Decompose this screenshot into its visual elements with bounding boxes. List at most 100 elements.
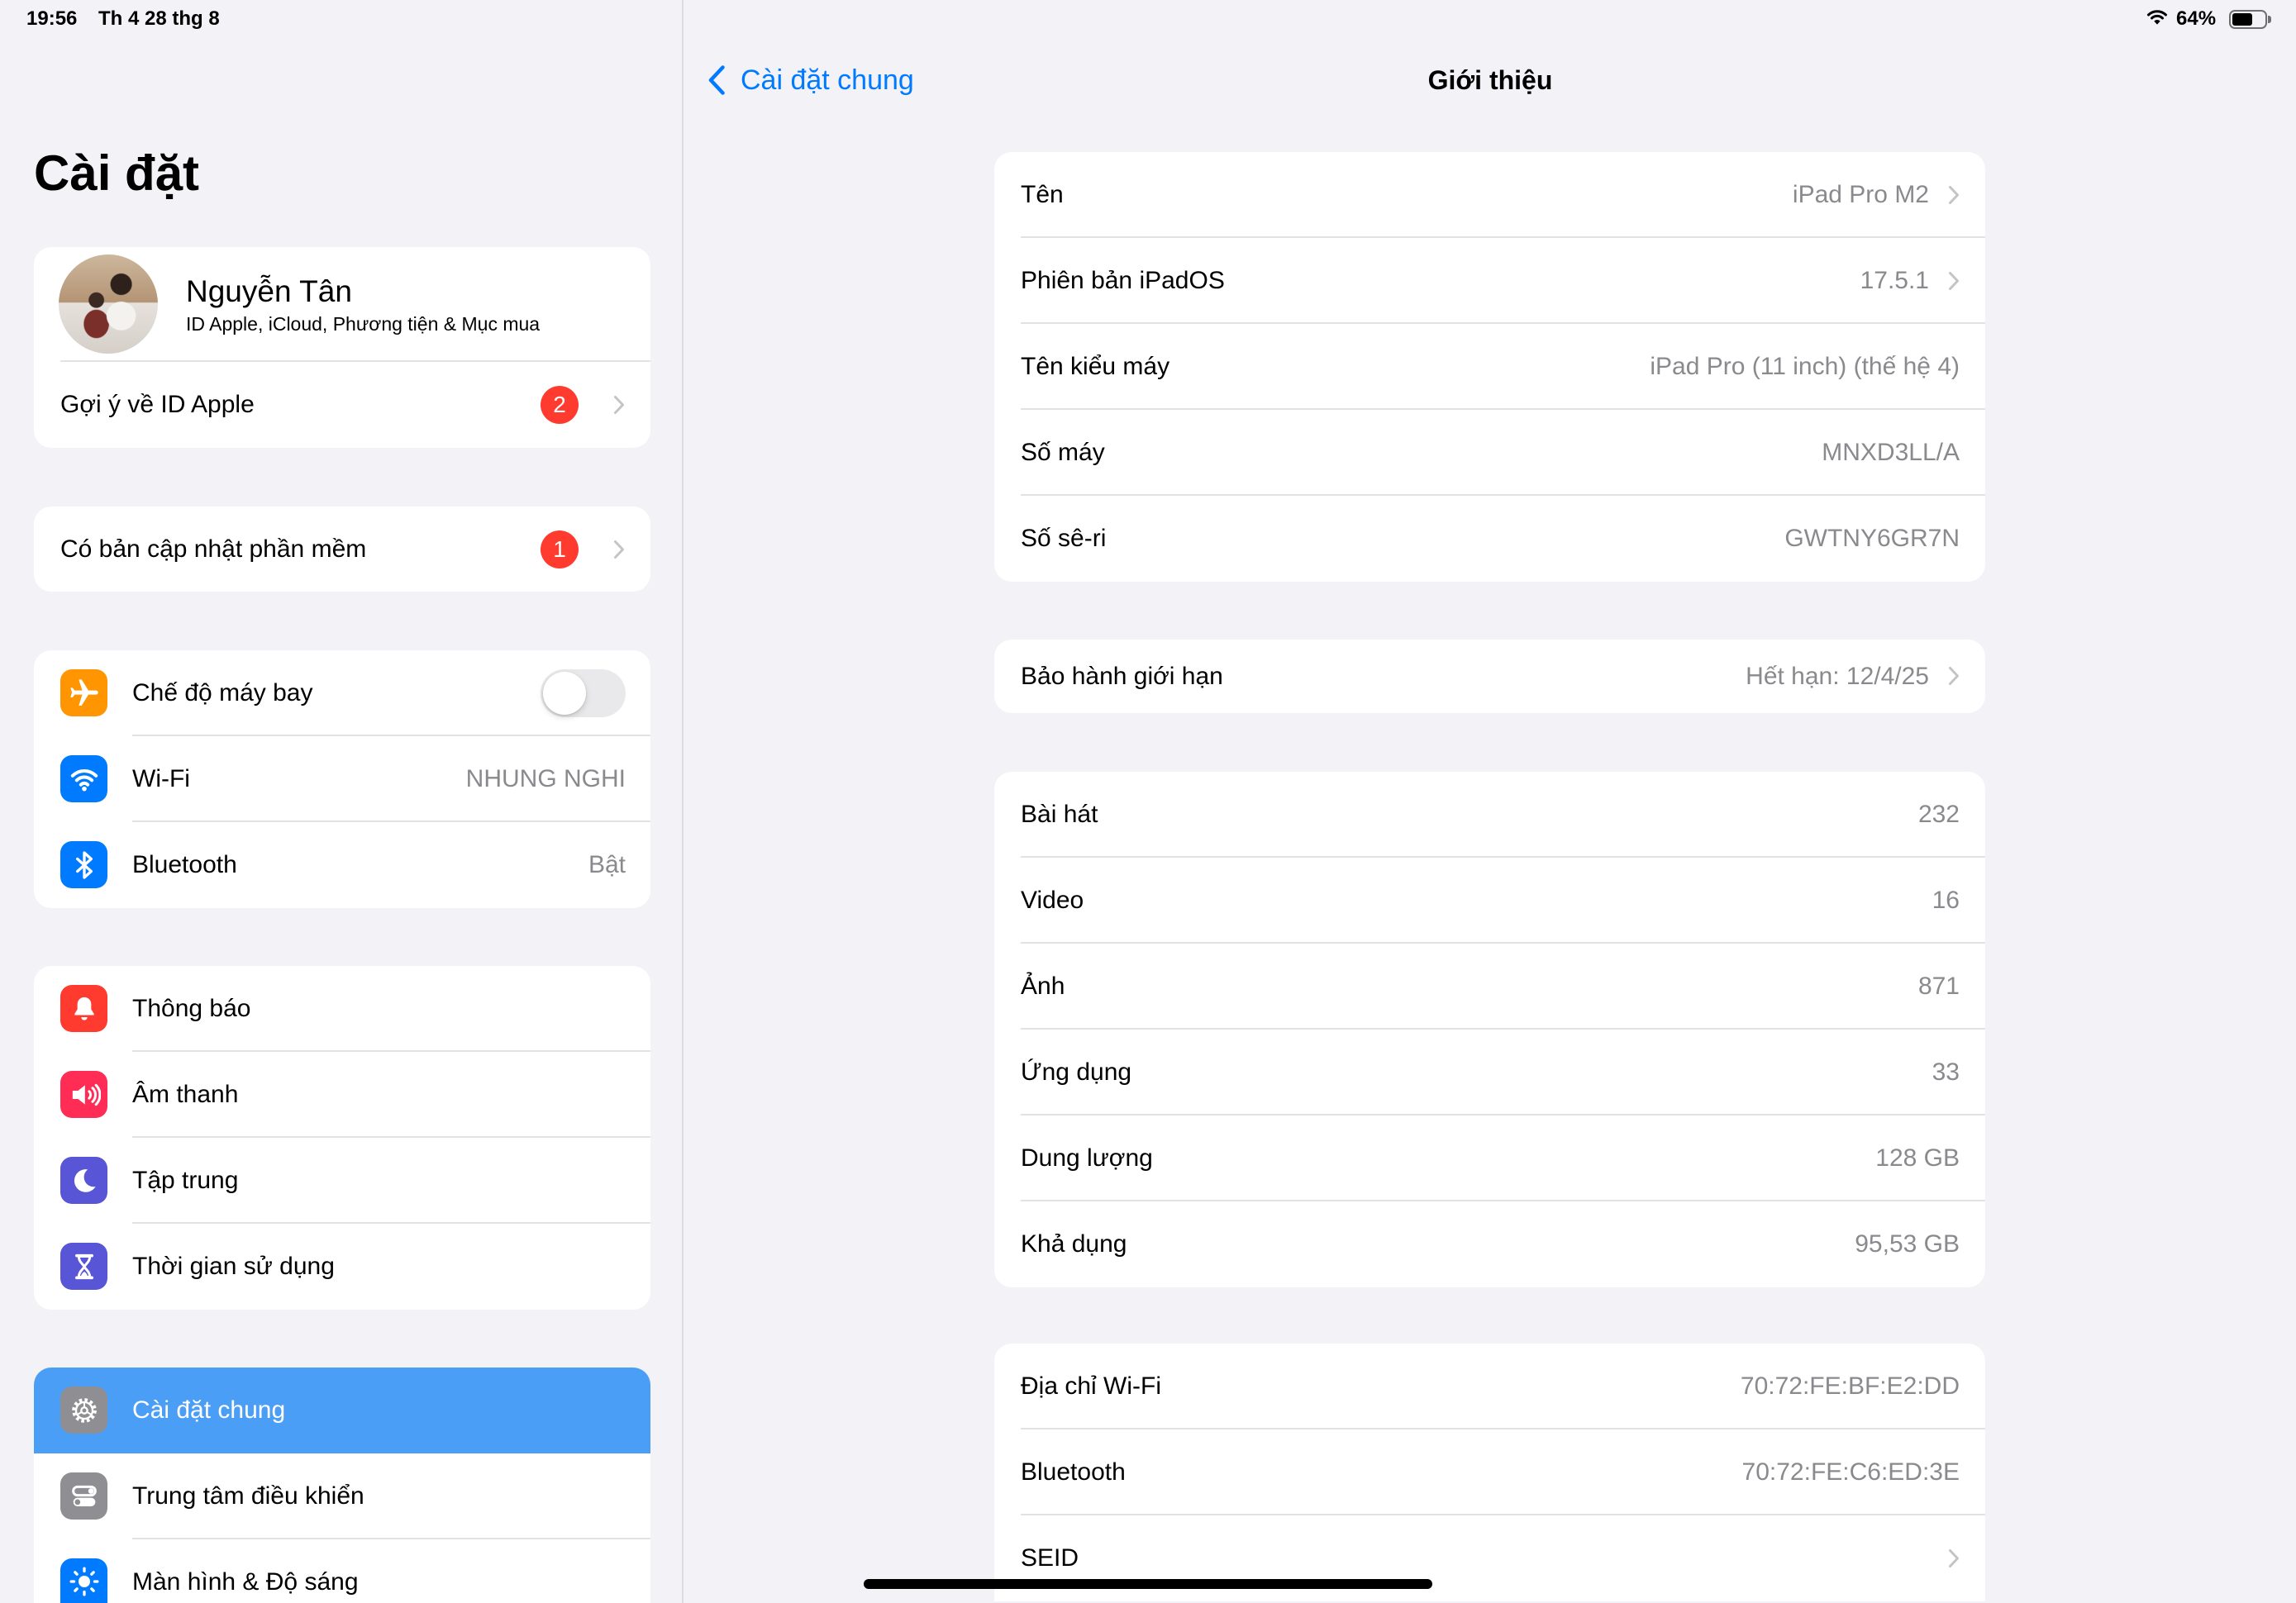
warranty-group: Bảo hành giới hạn Hết hạn: 12/4/25 [994,640,1985,713]
sidebar-item-wifi[interactable]: Wi-Fi NHUNG NGHI [34,736,650,822]
row-value: 232 [1917,801,1960,828]
row-value: iPad Pro M2 [1792,181,1929,208]
row-value: 70:72:FE:BF:E2:DD [1740,1372,1960,1400]
back-button[interactable]: Cài đặt chung [707,59,922,101]
avatar [59,254,158,354]
connectivity-group: Chế độ máy bay Wi-Fi NHUNG NGHI Bluetoot… [34,650,650,908]
row-value: 33 [1932,1058,1960,1086]
chevron-right-icon [614,540,624,559]
row-label: Phiên bản iPadOS [1021,267,1225,294]
battery-level [2232,13,2253,26]
row-label: Số sê-ri [1021,525,1107,552]
row-value: iPad Pro (11 inch) (thế hệ 4) [1650,353,1960,380]
airplane-icon [60,669,107,716]
software-update-item[interactable]: Có bản cập nhật phần mềm 1 [34,507,650,592]
sidebar-item-bluetooth[interactable]: Bluetooth Bật [34,822,650,908]
toggle-knob [543,672,586,715]
sidebar-item-focus[interactable]: Tập trung [34,1138,650,1224]
row-value: 16 [1932,887,1960,914]
row-value: GWTNY6GR7N [1784,525,1960,552]
detail-row-limited-warranty[interactable]: Bảo hành giới hạn Hết hạn: 12/4/25 [994,640,1985,713]
sidebar-item-label: Màn hình & Độ sáng [132,1568,359,1596]
detail-row-videos: Video 16 [994,858,1985,944]
detail-row-model-name: Tên kiểu máy iPad Pro (11 inch) (thế hệ … [994,324,1985,410]
profile-card: Nguyễn Tân ID Apple, iCloud, Phương tiện… [34,247,650,448]
chevron-right-icon [1949,186,1959,204]
row-value: Hết hạn: 12/4/25 [1746,663,1929,690]
sidebar-item-label: Thông báo [132,995,251,1022]
row-label: Khả dụng [1021,1230,1127,1258]
detail-row-bluetooth-address: Bluetooth 70:72:FE:C6:ED:3E [994,1429,1985,1515]
row-label: Bài hát [1021,801,1098,828]
sidebar-item-label: Thời gian sử dụng [132,1253,335,1280]
sidebar-item-label: Tập trung [132,1167,239,1194]
control-center-icon [60,1472,107,1520]
detail-row-songs: Bài hát 232 [994,772,1985,858]
sidebar-item-control-center[interactable]: Trung tâm điều khiển [34,1453,650,1539]
bluetooth-icon [60,841,107,888]
wifi-icon [60,755,107,802]
software-update-badge: 1 [541,530,579,568]
sidebar-item-sounds[interactable]: Âm thanh [34,1052,650,1138]
row-label: Video [1021,887,1084,914]
chevron-right-icon [1949,272,1959,290]
detail-row-apps: Ứng dụng 33 [994,1030,1985,1115]
gear-icon [60,1387,107,1434]
detail-row-model-number[interactable]: Số máy MNXD3LL/A [994,410,1985,496]
detail-row-ipados-version[interactable]: Phiên bản iPadOS 17.5.1 [994,238,1985,324]
row-label: Tên kiểu máy [1021,353,1170,380]
wifi-icon [2147,10,2167,25]
row-label: Địa chỉ Wi-Fi [1021,1372,1161,1400]
bluetooth-status: Bật [588,851,626,878]
hourglass-icon [60,1243,107,1290]
detail-row-name[interactable]: Tên iPad Pro M2 [994,152,1985,238]
profile-name: Nguyễn Tân [186,274,352,308]
row-label: Bluetooth [1021,1458,1126,1486]
chevron-right-icon [614,396,624,414]
row-value: 871 [1917,973,1960,1000]
media-group: Bài hát 232 Video 16 Ảnh 871 Ứng dụng 33… [994,772,1985,1287]
row-value: 17.5.1 [1860,267,1929,294]
sidebar: Cài đặt Nguyễn Tân ID Apple, iCloud, Phư… [0,0,684,1603]
sidebar-item-airplane-mode[interactable]: Chế độ máy bay [34,650,650,736]
sidebar-item-label: Wi-Fi [132,765,190,792]
home-indicator[interactable] [864,1579,1432,1589]
battery-percent: 64% [2176,7,2217,30]
sidebar-item-label: Bluetooth [132,851,237,878]
detail-row-serial-number[interactable]: Số sê-ri GWTNY6GR7N [994,496,1985,582]
sidebar-title: Cài đặt [34,145,200,201]
suggestions-label: Gợi ý về ID Apple [60,391,255,418]
sidebar-item-label: Chế độ máy bay [132,679,313,706]
bell-icon [60,985,107,1032]
general-group: Cài đặt chung Trung tâm điều khiển Màn h… [34,1368,650,1603]
suggestions-badge: 2 [541,386,579,424]
speaker-icon [60,1071,107,1118]
detail-row-capacity: Dung lượng 128 GB [994,1115,1985,1201]
back-label: Cài đặt chung [741,64,914,96]
device-info-group: Tên iPad Pro M2 Phiên bản iPadOS 17.5.1 … [994,152,1985,582]
row-value: 128 GB [1875,1144,1960,1172]
ipad-screen: 19:56 Th 4 28 thg 8 64% Cài đặt Nguyễn T… [0,0,2296,1603]
row-label: Ứng dụng [1021,1058,1132,1086]
alerts-group: Thông báo Âm thanh Tập trung Thời gian s… [34,966,650,1310]
apple-id-profile[interactable]: Nguyễn Tân ID Apple, iCloud, Phương tiện… [34,247,650,362]
airplane-mode-toggle[interactable] [541,669,626,717]
row-label: Ảnh [1021,973,1065,1000]
sidebar-item-label: Cài đặt chung [132,1396,286,1424]
sidebar-item-general[interactable]: Cài đặt chung [34,1368,650,1453]
sidebar-item-screen-time[interactable]: Thời gian sử dụng [34,1224,650,1310]
chevron-left-icon [708,65,725,95]
network-group: Địa chỉ Wi-Fi 70:72:FE:BF:E2:DD Bluetoot… [994,1344,1985,1601]
software-update-label: Có bản cập nhật phần mềm [60,535,367,563]
row-label: Dung lượng [1021,1144,1153,1172]
sidebar-item-label: Âm thanh [132,1081,239,1108]
moon-icon [60,1157,107,1204]
chevron-right-icon [1949,667,1959,685]
row-label: Bảo hành giới hạn [1021,663,1223,690]
row-value: MNXD3LL/A [1822,439,1960,466]
sidebar-item-label: Trung tâm điều khiển [132,1482,364,1510]
sidebar-item-display-brightness[interactable]: Màn hình & Độ sáng [34,1539,650,1603]
chevron-right-icon [1949,1549,1959,1567]
sidebar-item-notifications[interactable]: Thông báo [34,966,650,1052]
apple-id-suggestions[interactable]: Gợi ý về ID Apple 2 [34,362,650,448]
